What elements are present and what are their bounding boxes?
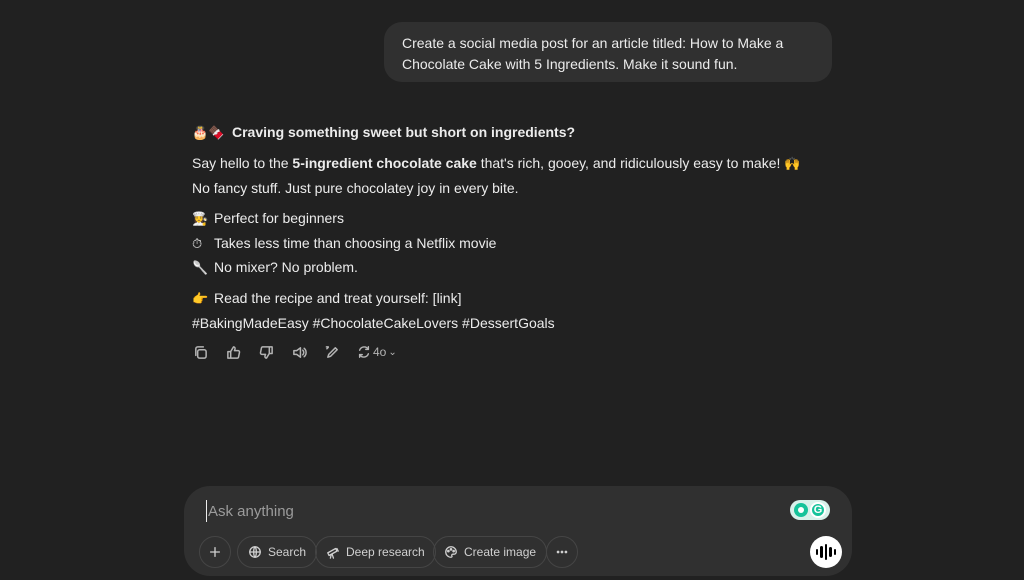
search-label: Search	[268, 545, 307, 559]
message-actions: 4o ⌄	[192, 344, 397, 360]
raising-hands-emoji: 🙌	[784, 157, 801, 172]
more-dots-icon	[556, 550, 568, 554]
cta-line: 👉 Read the recipe and treat yourself: [li…	[192, 288, 461, 310]
search-button[interactable]: Search	[237, 536, 318, 568]
bullet-text: No mixer? No problem.	[214, 259, 358, 275]
assistant-heading: 🎂🍫 Craving something sweet but short on i…	[192, 122, 575, 144]
more-tools-button[interactable]	[546, 536, 578, 568]
bullet-item: ⏱ Takes less time than choosing a Netflix…	[192, 233, 496, 255]
deep-research-label: Deep research	[346, 545, 425, 559]
bullet-item: 🥄 No mixer? No problem.	[192, 257, 358, 279]
voice-mode-button[interactable]	[810, 536, 842, 568]
regenerate-icon	[358, 346, 370, 358]
thumbs-up-icon[interactable]	[225, 344, 241, 360]
grammarly-bulb-icon	[794, 503, 808, 517]
stopwatch-emoji: ⏱	[192, 237, 203, 252]
chevron-down-icon: ⌄	[388, 346, 397, 358]
assistant-paragraph-1: Say hello to the 5-ingredient chocolate …	[192, 153, 802, 175]
pointing-emoji: 👉	[192, 292, 209, 307]
palette-icon	[445, 546, 457, 558]
deep-research-button[interactable]: Deep research	[315, 536, 436, 568]
user-message-bubble: Create a social media post for an articl…	[384, 22, 832, 82]
telescope-icon	[327, 547, 339, 559]
speaker-icon[interactable]	[291, 344, 307, 360]
p1-bold: 5-ingredient chocolate cake	[292, 155, 477, 171]
copy-icon[interactable]	[192, 344, 208, 360]
regenerate-button[interactable]: 4o ⌄	[357, 345, 397, 359]
assistant-paragraph-2: No fancy stuff. Just pure chocolatey joy…	[192, 180, 519, 196]
bullet-text: Perfect for beginners	[214, 210, 344, 226]
spoon-emoji: 🥄	[192, 261, 209, 276]
user-message-line-1: Create a social media post for an articl…	[402, 35, 784, 51]
cake-chocolate-emoji: 🎂🍫	[192, 126, 225, 141]
cta-text: Read the recipe and treat yourself: [lin…	[214, 290, 462, 306]
globe-icon	[249, 546, 261, 558]
p1-prefix: Say hello to the	[192, 155, 293, 171]
chef-emoji: 👩‍🍳	[192, 212, 209, 227]
plus-icon	[209, 546, 221, 558]
grammarly-logo-icon: G	[810, 502, 826, 518]
heading-text: Craving something sweet but short on ing…	[232, 124, 576, 140]
user-message-line-2: Chocolate Cake with 5 Ingredients. Make …	[402, 56, 738, 72]
model-label: 4o	[373, 345, 387, 359]
bullet-item: 👩‍🍳 Perfect for beginners	[192, 208, 344, 230]
voice-waveform-icon	[815, 544, 838, 560]
create-image-label: Create image	[464, 545, 537, 559]
create-image-button[interactable]: Create image	[433, 536, 548, 568]
hashtags: #BakingMadeEasy #ChocolateCakeLovers #De…	[192, 315, 555, 331]
bullet-text: Takes less time than choosing a Netflix …	[214, 235, 497, 251]
attach-button[interactable]	[199, 536, 231, 568]
prompt-input[interactable]	[206, 500, 766, 522]
grammarly-widget[interactable]: G	[790, 500, 830, 520]
p1-suffix: that's rich, gooey, and ridiculously eas…	[476, 155, 781, 171]
edit-icon[interactable]	[324, 344, 340, 360]
thumbs-down-icon[interactable]	[258, 344, 274, 360]
composer: G Search Deep research Create image	[184, 486, 852, 576]
